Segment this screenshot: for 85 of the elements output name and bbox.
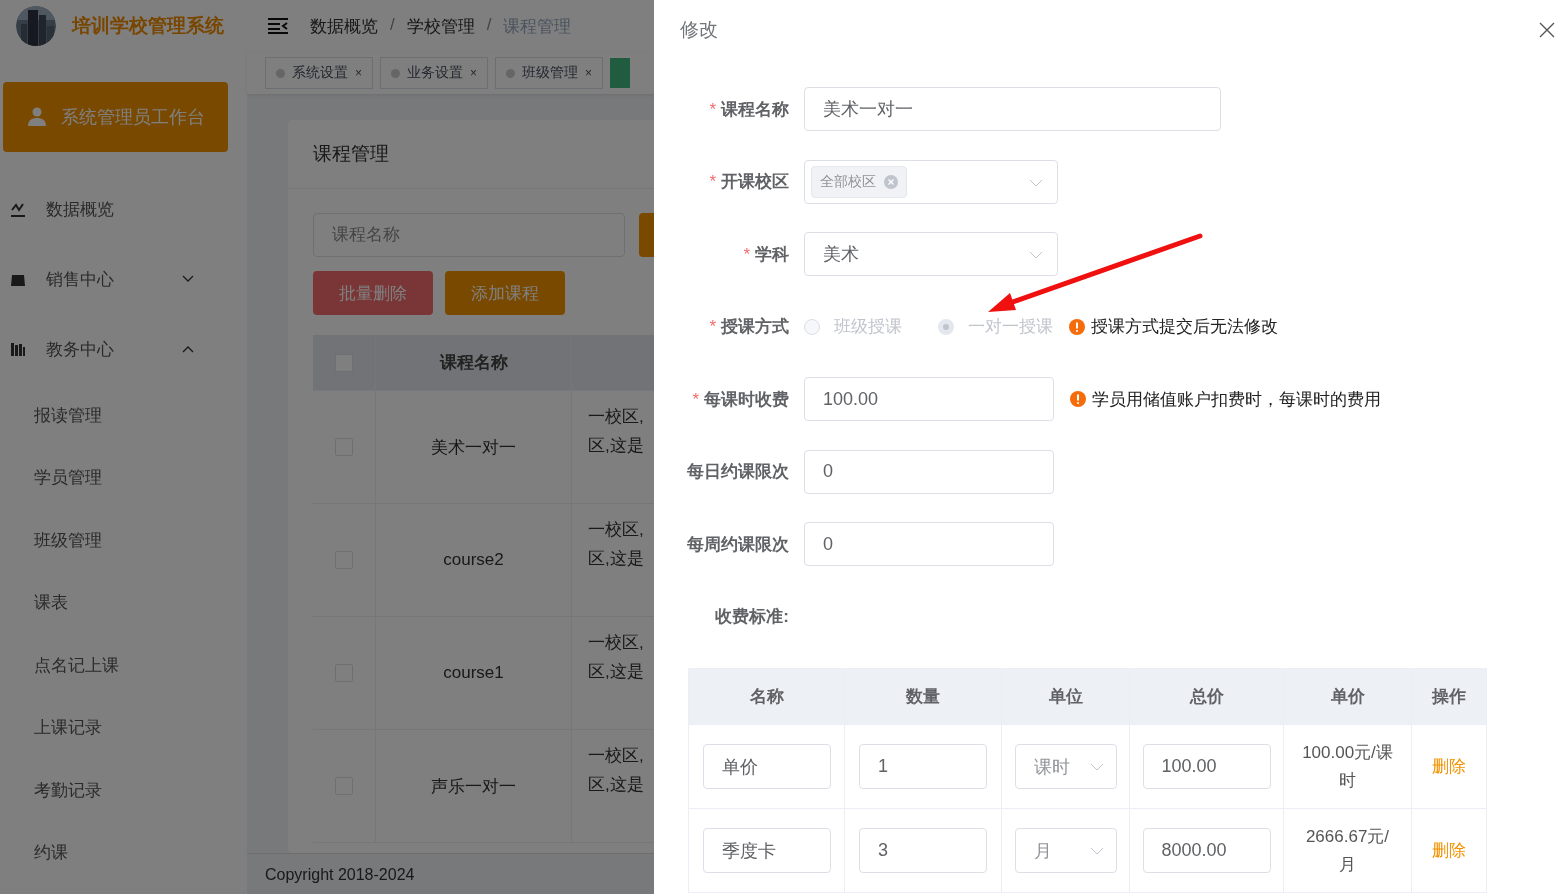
table-cell-text: 一校区, [588,632,645,654]
table-cell: course1 [443,663,504,683]
sidebar-item[interactable]: 销售中心 [0,244,247,314]
input-field[interactable]: 季度卡 [702,828,831,873]
page-tab[interactable]: 系统设置 × [265,57,373,89]
table-cell-text: 一校区, [588,519,645,541]
column-header: 单价 [1284,669,1412,724]
workbench-button[interactable]: 系统管理员工作台 [3,82,228,152]
input-field[interactable]: 100.00 [1142,744,1271,789]
sidebar-subitem[interactable]: 上课记录 [0,696,247,759]
search-field[interactable]: 课程名称 [313,213,625,257]
field-label: * 课程名称 [708,98,790,121]
input-field[interactable]: 单价 [702,744,831,789]
sidebar-item[interactable]: 教务中心 [0,314,247,384]
chevron-icon [1029,178,1043,187]
action-button[interactable]: 批量删除 [313,271,433,315]
select-field[interactable]: 全部校区 [804,159,1058,204]
campus-tag: 全部校区 [811,165,907,198]
close-icon[interactable] [1539,22,1555,38]
input-field[interactable]: 0 [804,449,1054,494]
table-cell-text: 一校区, [588,745,645,767]
column-header: 名称 [689,669,845,724]
table-cell: course2 [443,550,504,570]
hint-text: 授课方式提交后无法修改 [1091,316,1278,339]
field-label: * 学科 [742,243,790,266]
warning-icon [1069,318,1085,335]
delete-link[interactable]: 删除 [1432,839,1466,862]
breadcrumb-link[interactable]: 学校管理 [406,14,475,38]
breadcrumb-separator: / [390,14,395,36]
field-label: 收费标准: [714,606,790,629]
input-field[interactable]: 3 [859,828,987,873]
select-field[interactable]: 课时 [1014,744,1117,789]
sidebar-subitem[interactable]: 考勤记录 [0,759,247,822]
app-title: 培训学校管理系统 [72,14,224,38]
page-tab[interactable]: 班级管理 × [495,57,604,89]
sidebar-subitem[interactable]: 报读管理 [0,384,247,447]
field-label: * 每课时收费 [691,388,790,411]
input-field[interactable]: 1 [859,744,987,789]
table-cell-text: 2666.67元/月 [1304,825,1391,876]
table-cell-text: 100.00元/课时 [1301,741,1394,792]
sidebar-subitem[interactable]: 课表 [0,571,247,634]
page-tab[interactable]: 业务设置 × [380,57,489,89]
field-label: 每周约课限次 [686,533,790,556]
delete-link[interactable]: 删除 [1432,755,1466,778]
user-icon [27,107,47,127]
warning-icon [1070,391,1086,408]
chart-icon [10,201,26,217]
input-field[interactable]: 8000.00 [1142,828,1271,873]
sidebar-subitem[interactable]: 约课 [0,821,247,884]
drawer-title: 修改 [680,18,718,42]
field-label: 每日约课限次 [686,461,790,484]
select-field[interactable]: 月 [1014,828,1117,873]
table-cell-text: 声乐一对一 [431,775,516,798]
hint-text: 学员用储值账户扣费时，每课时的费用 [1092,388,1381,411]
sidebar-subitem[interactable]: 学员管理 [0,446,247,509]
footer-text: Copyright 2018-2024 [265,866,415,883]
menu-icon[interactable] [268,18,288,34]
column-header: 操作 [1430,686,1467,708]
sidebar-subitem[interactable]: 点名记上课 [0,634,247,697]
breadcrumb-separator: / [486,14,492,36]
action-button[interactable]: 添加课程 [445,271,565,315]
column-header: 单位 [1002,669,1130,724]
field-label: * 授课方式 [708,316,790,339]
table-cell-text: 区,这是 [588,661,645,683]
sidebar-subitem[interactable]: 班级管理 [0,509,247,572]
breadcrumb-link[interactable]: 数据概览 [310,14,378,38]
table-cell-text: 美术一对一 [431,436,516,459]
column-header: 课程名称 [376,335,572,390]
chevron-icon [1089,847,1104,855]
input-field[interactable]: 100.00 [804,377,1054,422]
table-cell-text: 区,这是 [588,774,645,796]
field-label: * 开课校区 [708,171,790,194]
input-field[interactable]: 美术一对一 [804,87,1221,132]
chevron-icon [1029,251,1043,260]
select-field[interactable]: 美术 [804,232,1058,277]
sidebar-item[interactable]: 数据概览 [0,174,247,244]
column-header: 总价 [1130,669,1284,724]
page-tab[interactable] [610,58,631,88]
table-cell-text: 区,这是 [588,435,645,457]
table-cell-text: 一校区, [588,406,645,428]
chevron-icon [1089,763,1104,771]
column-header: 数量 [845,669,1002,724]
books-icon [10,341,26,357]
input-field[interactable]: 0 [804,522,1054,567]
table-cell-text: 区,这是 [588,548,645,570]
